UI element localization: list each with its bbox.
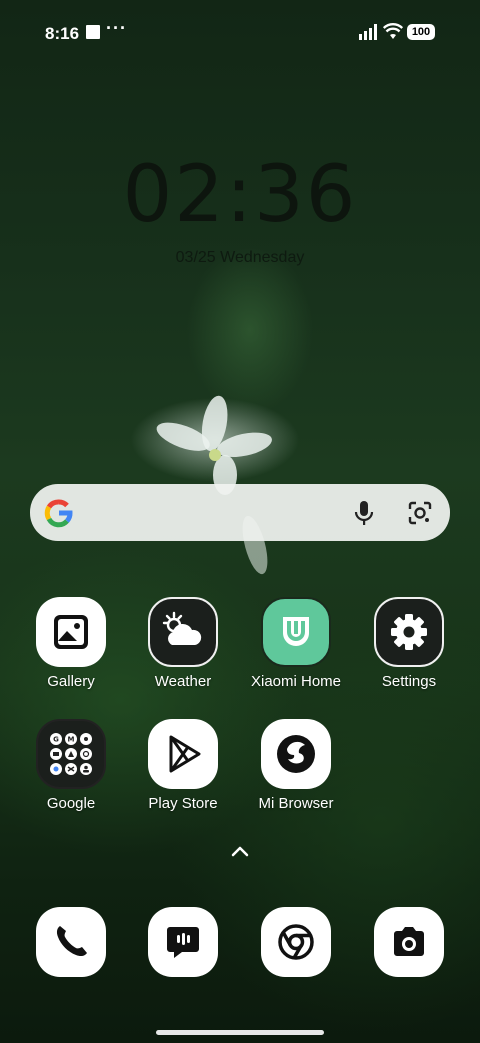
svg-text:M: M <box>68 736 75 744</box>
app-label: Play Store <box>148 795 218 812</box>
lens-icon[interactable] <box>406 499 434 527</box>
mi-browser-icon <box>261 719 331 789</box>
xiaomi-home-icon <box>261 597 331 667</box>
play-store-icon <box>148 719 218 789</box>
gesture-nav-bar[interactable] <box>156 1030 324 1035</box>
weather-icon <box>148 597 218 667</box>
app-weather[interactable]: Weather <box>128 597 238 690</box>
app-gallery[interactable]: Gallery <box>16 597 126 690</box>
gear-icon <box>374 597 444 667</box>
dock-phone[interactable] <box>36 907 106 977</box>
app-label: Weather <box>154 673 212 690</box>
status-time: 8:16 <box>45 24 80 43</box>
google-folder-icon: GM <box>36 719 106 789</box>
app-label: Settings <box>381 673 437 690</box>
clock-widget-time[interactable]: 02:36 <box>0 150 480 240</box>
battery-icon: 100 <box>407 24 435 40</box>
svg-text:G: G <box>53 736 59 744</box>
app-label: Mi Browser <box>258 795 334 812</box>
status-bar: 8:16 ··· 100 <box>0 0 480 64</box>
chrome-icon <box>278 924 314 960</box>
message-icon <box>167 927 199 958</box>
signal-icon <box>359 24 377 40</box>
google-search-bar[interactable] <box>30 484 450 541</box>
phone-icon <box>56 926 87 957</box>
app-mi-browser[interactable]: Mi Browser <box>241 719 351 812</box>
app-play-store[interactable]: Play Store <box>128 719 238 812</box>
clock-widget-date: 03/25 Wednesday <box>175 249 305 266</box>
dock-chrome[interactable] <box>261 907 331 977</box>
app-xiaomi-home[interactable]: Xiaomi Home <box>241 597 351 690</box>
dock-messages[interactable] <box>148 907 218 977</box>
app-label: Google <box>46 795 96 812</box>
gallery-icon <box>36 597 106 667</box>
app-google-folder[interactable]: GM Google <box>16 719 126 812</box>
app-drawer-chevron-up-icon[interactable] <box>230 844 250 858</box>
app-label: Gallery <box>47 673 95 690</box>
wifi-icon <box>383 23 403 39</box>
dock-camera[interactable] <box>374 907 444 977</box>
more-notifications-icon: ··· <box>106 18 127 38</box>
mic-icon[interactable] <box>352 499 376 527</box>
camera-icon <box>394 927 424 956</box>
app-label: Xiaomi Home <box>250 673 342 690</box>
app-settings[interactable]: Settings <box>354 597 464 690</box>
google-g-icon <box>44 499 73 528</box>
square-notification-icon <box>86 25 100 39</box>
